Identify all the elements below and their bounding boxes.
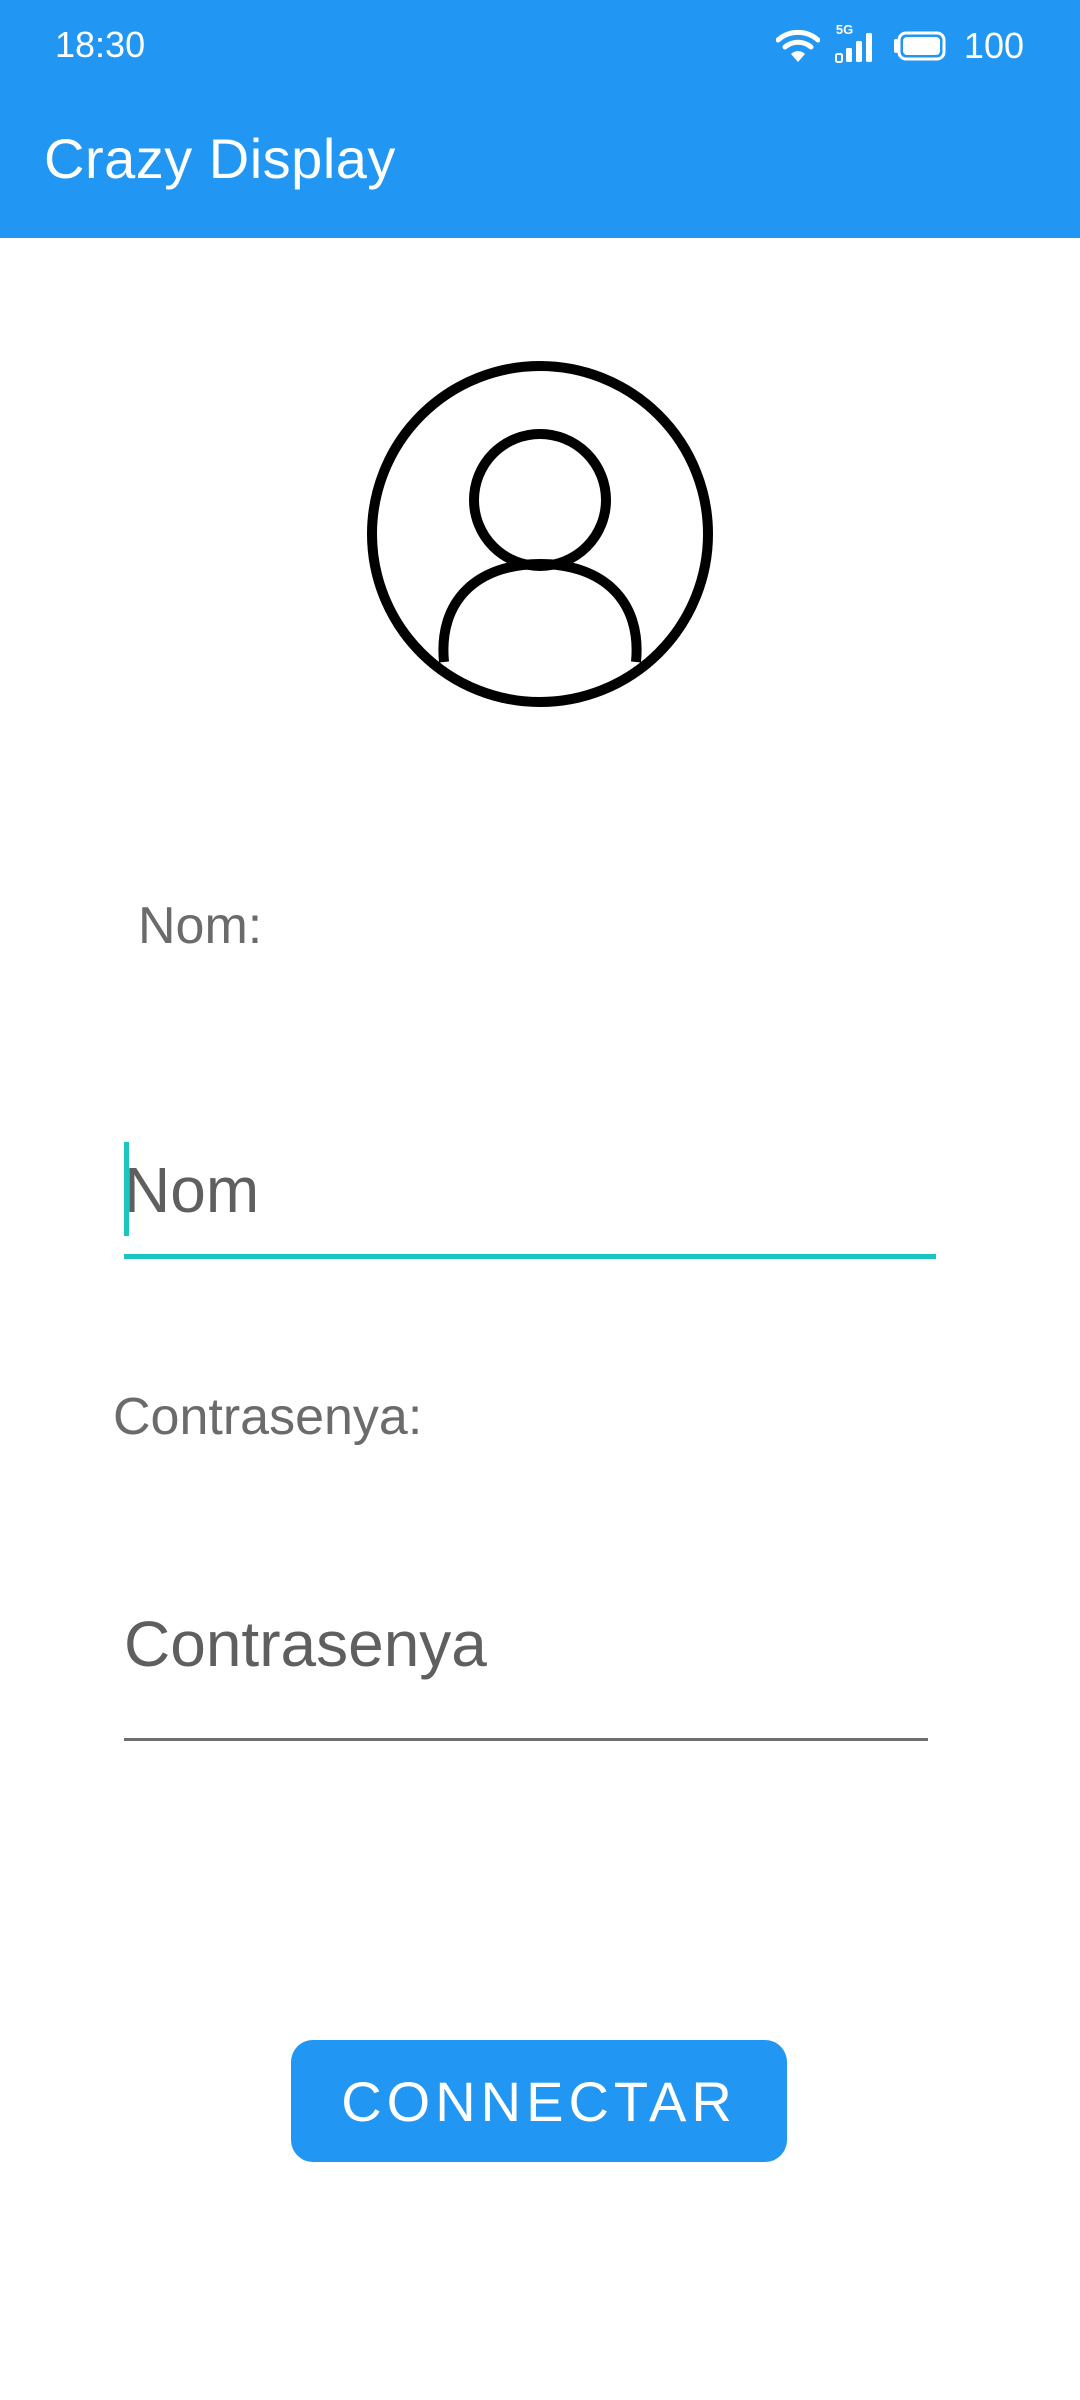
password-input[interactable]: [124, 1584, 928, 1704]
connect-button[interactable]: CONNECTAR: [291, 2040, 787, 2162]
name-label: Nom:: [138, 897, 263, 955]
signal-icon: 5G: [834, 22, 878, 64]
wifi-icon: [775, 28, 820, 64]
name-input[interactable]: [124, 1130, 936, 1250]
user-circle-icon: [366, 360, 714, 708]
status-icons: 5G 100: [775, 20, 1024, 72]
name-field[interactable]: [124, 1130, 936, 1259]
password-field[interactable]: [124, 1584, 928, 1741]
text-cursor: [124, 1142, 129, 1236]
app-bar: 18:30 5G 100 Crazy Display: [0, 0, 1080, 238]
status-time: 18:30: [55, 24, 146, 65]
network-type-label: 5G: [835, 22, 854, 37]
password-label: Contrasenya:: [113, 1388, 423, 1446]
app-title: Crazy Display: [44, 127, 396, 190]
battery-icon: [892, 31, 946, 61]
battery-level: 100: [963, 25, 1024, 66]
password-field-underline: [124, 1738, 928, 1741]
name-field-underline: [124, 1254, 936, 1259]
